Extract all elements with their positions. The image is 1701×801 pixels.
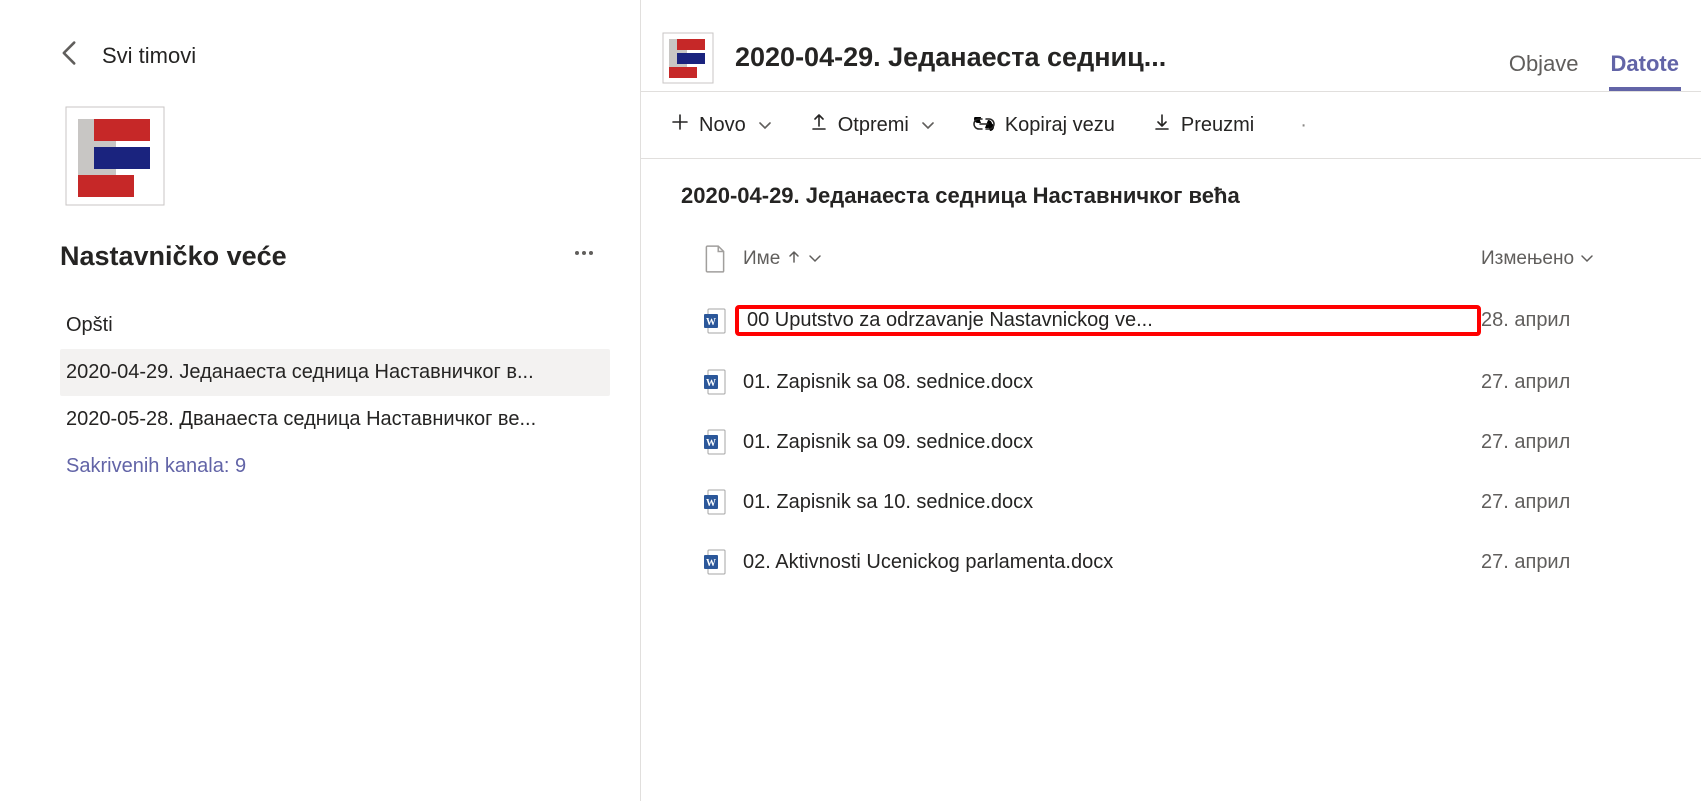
modified-column-label: Измењено xyxy=(1481,248,1574,270)
chevron-down-icon xyxy=(808,248,822,270)
svg-text:W: W xyxy=(706,498,716,509)
copy-link-label: Kopiraj vezu xyxy=(1005,114,1115,137)
file-modified: 27. април xyxy=(1481,431,1671,454)
channel-title: 2020-04-29. Једанаеста седниц... xyxy=(735,42,1166,73)
tab-list: Objave Datote xyxy=(1507,37,1681,91)
main-content: 2020-04-29. Једанаеста седниц... Objave … xyxy=(640,0,1701,801)
file-row[interactable]: W 01. Zapisnik sa 09. sednice.docx 27. а… xyxy=(687,412,1671,472)
file-modified: 28. април xyxy=(1481,309,1671,332)
file-row[interactable]: W 02. Aktivnosti Ucenickog parlamenta.do… xyxy=(687,532,1671,592)
team-name: Nastavničko veće xyxy=(60,241,287,272)
download-button[interactable]: Preuzmi xyxy=(1153,112,1254,138)
upload-label: Otpremi xyxy=(838,114,909,137)
file-column-header: Име Измењено xyxy=(687,229,1671,289)
channel-item-sednica-11[interactable]: 2020-04-29. Једанаеста седница Наставнич… xyxy=(60,349,610,396)
link-icon xyxy=(973,114,995,137)
modified-column-header[interactable]: Измењено xyxy=(1481,248,1671,270)
sidebar: Svi timovi Nastavničko veće Opšti 2020-0… xyxy=(0,0,640,801)
upload-button[interactable]: Otpremi xyxy=(810,112,935,138)
svg-text:W: W xyxy=(706,378,716,389)
copy-link-button[interactable]: Kopiraj vezu xyxy=(973,114,1115,137)
new-label: Novo xyxy=(699,114,746,137)
file-row[interactable]: W 00 Uputstvo za odrzavanje Nastavnickog… xyxy=(687,289,1671,352)
tab-files[interactable]: Datote xyxy=(1609,37,1681,91)
name-column-label: Име xyxy=(743,248,780,270)
channel-item-opsti[interactable]: Opšti xyxy=(60,302,610,349)
download-label: Preuzmi xyxy=(1181,114,1254,137)
back-to-teams[interactable]: Svi timovi xyxy=(60,40,610,71)
svg-text:W: W xyxy=(706,558,716,569)
file-row[interactable]: W 01. Zapisnik sa 10. sednice.docx 27. а… xyxy=(687,472,1671,532)
chevron-down-icon xyxy=(1580,248,1594,270)
file-modified: 27. април xyxy=(1481,551,1671,574)
channel-item-sednica-12[interactable]: 2020-05-28. Дванаеста седница Наставничк… xyxy=(60,396,610,443)
sort-asc-icon xyxy=(788,248,800,270)
word-icon: W xyxy=(687,368,743,396)
word-icon: W xyxy=(687,488,743,516)
file-name: 01. Zapisnik sa 09. sednice.docx xyxy=(743,431,1481,454)
file-modified: 27. април xyxy=(1481,371,1671,394)
chevron-down-icon xyxy=(758,114,772,137)
new-button[interactable]: Novo xyxy=(671,113,772,137)
file-modified: 27. април xyxy=(1481,491,1671,514)
file-type-column[interactable] xyxy=(687,245,743,273)
back-label: Svi timovi xyxy=(102,43,196,69)
plus-icon xyxy=(671,113,689,137)
download-icon xyxy=(1153,112,1171,138)
team-more-button[interactable] xyxy=(568,241,600,272)
chevron-down-icon xyxy=(921,114,935,137)
file-name: 02. Aktivnosti Ucenickog parlamenta.docx xyxy=(743,551,1481,574)
file-list: Име Измењено W 00 Uputstvo za odrzavanje… xyxy=(641,219,1701,592)
toolbar-separator: · xyxy=(1292,114,1315,137)
file-name: 01. Zapisnik sa 10. sednice.docx xyxy=(743,491,1481,514)
channel-logo xyxy=(661,31,715,85)
hidden-channels-link[interactable]: Sakrivenih kanala: 9 xyxy=(60,443,610,490)
name-column-header[interactable]: Име xyxy=(743,248,1481,270)
breadcrumb: 2020-04-29. Једанаеста седница Наставнич… xyxy=(641,159,1701,219)
file-name: 00 Uputstvo za odrzavanje Nastavnickog v… xyxy=(735,305,1481,336)
file-name: 01. Zapisnik sa 08. sednice.docx xyxy=(743,371,1481,394)
svg-text:W: W xyxy=(706,438,716,449)
chevron-left-icon xyxy=(60,40,78,71)
files-toolbar: Novo Otpremi Kopiraj vezu Preuzmi · xyxy=(641,92,1701,159)
svg-text:W: W xyxy=(706,317,716,328)
tab-posts[interactable]: Objave xyxy=(1507,37,1581,91)
word-icon: W xyxy=(687,548,743,576)
team-title-row: Nastavničko veće xyxy=(60,241,610,272)
channel-header: 2020-04-29. Једанаеста седниц... Objave … xyxy=(641,0,1701,92)
team-logo xyxy=(60,101,170,211)
file-row[interactable]: W 01. Zapisnik sa 08. sednice.docx 27. а… xyxy=(687,352,1671,412)
upload-icon xyxy=(810,112,828,138)
word-icon: W xyxy=(687,428,743,456)
